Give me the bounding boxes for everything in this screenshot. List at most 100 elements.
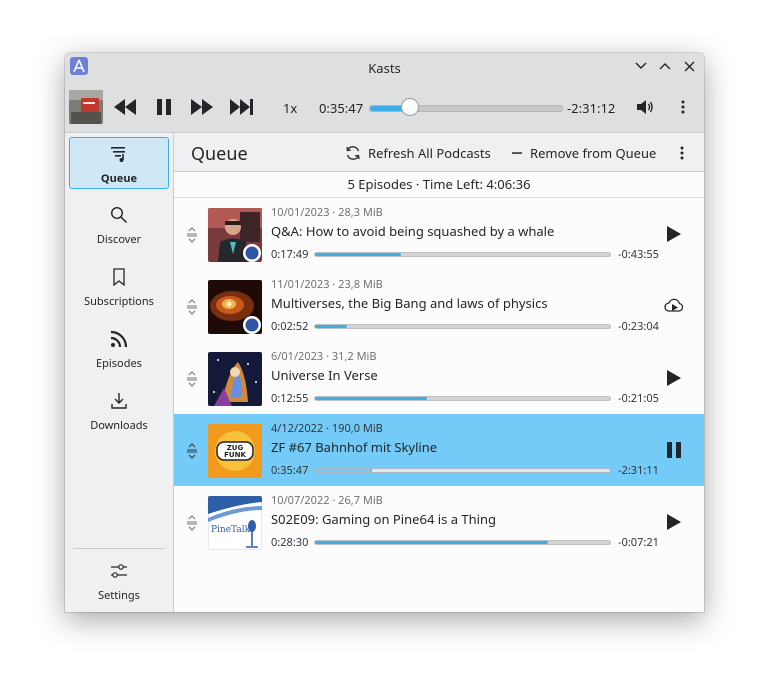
pause-icon[interactable] bbox=[664, 440, 684, 460]
episode-position: 0:28:30 bbox=[271, 535, 309, 550]
episode-remaining: -0:21:05 bbox=[618, 391, 659, 406]
download-icon bbox=[69, 392, 169, 412]
seek-slider-handle[interactable] bbox=[401, 98, 420, 116]
episode-progress-bar bbox=[314, 540, 611, 545]
sidebar-item-settings[interactable]: Settings bbox=[69, 555, 169, 607]
episode-thumbnail[interactable] bbox=[208, 208, 262, 262]
episode-position: 0:17:49 bbox=[271, 247, 309, 262]
remove-from-queue-label: Remove from Queue bbox=[530, 144, 657, 162]
now-playing-cover[interactable] bbox=[69, 90, 103, 124]
window-title: Kasts bbox=[368, 59, 401, 77]
queue-row[interactable]: 10/01/2023 · 28,3 MiB Q&A: How to avoid … bbox=[174, 198, 704, 270]
sidebar-item-discover[interactable]: Discover bbox=[69, 199, 169, 251]
close-button[interactable] bbox=[681, 58, 697, 74]
player-menu-button[interactable] bbox=[671, 95, 695, 119]
playback-remaining: -2:31:12 bbox=[567, 99, 616, 117]
drag-handle-icon[interactable] bbox=[186, 370, 198, 387]
sidebar-item-label: Discover bbox=[96, 232, 142, 247]
page-title: Queue bbox=[191, 142, 248, 166]
seek-slider[interactable] bbox=[369, 98, 563, 116]
sidebar-item-downloads[interactable]: Downloads bbox=[69, 385, 169, 437]
episode-remaining: -0:07:21 bbox=[618, 535, 659, 550]
refresh-all-podcasts-button[interactable]: Refresh All Podcasts bbox=[345, 144, 491, 162]
episode-title: ZF #67 Bahnhof mit Skyline bbox=[271, 438, 438, 456]
episode-progress-fill bbox=[315, 541, 549, 544]
episode-position: 0:35:47 bbox=[271, 463, 309, 478]
sidebar-item-label: Subscriptions bbox=[84, 294, 154, 309]
sidebar: Queue Discover Subscriptions Episodes Do… bbox=[65, 133, 174, 612]
drag-handle-icon[interactable] bbox=[186, 442, 198, 459]
next-track-button[interactable] bbox=[230, 95, 254, 119]
sidebar-item-subscriptions[interactable]: Subscriptions bbox=[69, 261, 169, 313]
queue-page: Queue Refresh All Podcasts Remove from Q… bbox=[174, 133, 704, 612]
episode-meta: 11/01/2023 · 23,8 MiB bbox=[271, 277, 383, 292]
page-menu-button[interactable] bbox=[680, 145, 684, 161]
episode-progress-fill bbox=[315, 325, 348, 328]
episode-progress-fill bbox=[315, 469, 373, 472]
play-icon[interactable] bbox=[664, 224, 684, 244]
maximize-button[interactable] bbox=[657, 58, 673, 74]
sidebar-item-label: Downloads bbox=[90, 418, 148, 433]
episode-progress-fill bbox=[315, 253, 401, 256]
queue-row[interactable]: PineTalk 10/07/2022 · 26,7 MiB S02E09: G… bbox=[174, 486, 704, 558]
episode-position: 0:02:52 bbox=[271, 319, 309, 334]
episode-thumbnail[interactable] bbox=[208, 280, 262, 334]
sidebar-item-label: Settings bbox=[98, 588, 140, 603]
player-toolbar: 1x 0:35:47 -2:31:12 bbox=[65, 82, 704, 133]
episode-thumbnail[interactable]: ZUG FUNK bbox=[208, 424, 262, 478]
episode-remaining: -2:31:11 bbox=[618, 463, 659, 478]
episode-thumbnail[interactable] bbox=[208, 352, 262, 406]
episode-position: 0:12:55 bbox=[271, 391, 309, 406]
episode-title: S02E09: Gaming on Pine64 is a Thing bbox=[271, 510, 497, 528]
playback-position: 0:35:47 bbox=[319, 99, 364, 117]
episode-progress-bar bbox=[314, 324, 611, 329]
queue-row[interactable]: 11/01/2023 · 23,8 MiB Multiverses, the B… bbox=[174, 270, 704, 342]
episode-remaining: -0:43:55 bbox=[618, 247, 659, 262]
sidebar-item-queue[interactable]: Queue bbox=[69, 137, 169, 189]
volume-icon[interactable] bbox=[633, 95, 657, 119]
app-window: Kasts 1x 0:35:47 -2:31:12 Queue Discover… bbox=[65, 53, 704, 612]
episode-remaining: -0:23:04 bbox=[618, 319, 659, 334]
episode-progress-bar bbox=[314, 468, 611, 473]
drag-handle-icon[interactable] bbox=[186, 226, 198, 243]
refresh-all-podcasts-label: Refresh All Podcasts bbox=[368, 144, 491, 162]
episode-meta: 4/12/2022 · 190,0 MiB bbox=[271, 421, 383, 436]
pinetalk-logo-text: PineTalk bbox=[211, 525, 251, 535]
play-icon[interactable] bbox=[664, 368, 684, 388]
queue-icon bbox=[70, 145, 168, 165]
refresh-icon bbox=[346, 146, 360, 160]
minus-icon bbox=[512, 152, 522, 154]
bookmark-icon bbox=[69, 268, 169, 288]
episode-progress-bar bbox=[314, 396, 611, 401]
skip-forward-button[interactable] bbox=[190, 95, 214, 119]
title-bar[interactable]: Kasts bbox=[65, 53, 704, 82]
queue-row-selected[interactable]: ZUG FUNK 4/12/2022 · 190,0 MiB ZF #67 Ba… bbox=[174, 414, 704, 486]
stream-cloud-play-icon[interactable] bbox=[664, 296, 684, 316]
episode-meta: 10/07/2022 · 26,7 MiB bbox=[271, 493, 383, 508]
zf-logo-text-bottom: FUNK bbox=[224, 451, 246, 459]
sidebar-item-label: Queue bbox=[100, 171, 138, 186]
episode-meta: 10/01/2023 · 28,3 MiB bbox=[271, 205, 383, 220]
settings-sliders-icon bbox=[69, 562, 169, 582]
episode-thumbnail[interactable]: PineTalk bbox=[208, 496, 262, 550]
skip-backward-button[interactable] bbox=[113, 95, 137, 119]
drag-handle-icon[interactable] bbox=[186, 514, 198, 531]
remove-from-queue-button[interactable]: Remove from Queue bbox=[511, 144, 656, 162]
episode-title: Universe In Verse bbox=[271, 366, 378, 384]
play-icon[interactable] bbox=[664, 512, 684, 532]
drag-handle-icon[interactable] bbox=[186, 298, 198, 315]
rss-icon bbox=[69, 330, 169, 350]
playback-rate-button[interactable]: 1x bbox=[283, 99, 297, 117]
episode-progress-fill bbox=[315, 397, 428, 400]
minimize-button[interactable] bbox=[633, 58, 649, 74]
episode-title: Q&A: How to avoid being squashed by a wh… bbox=[271, 222, 555, 240]
episode-progress-bar bbox=[314, 252, 611, 257]
page-header: Queue Refresh All Podcasts Remove from Q… bbox=[174, 133, 704, 172]
episode-title: Multiverses, the Big Bang and laws of ph… bbox=[271, 294, 548, 312]
search-icon bbox=[69, 206, 169, 226]
sidebar-item-label: Episodes bbox=[96, 356, 142, 371]
queue-summary: 5 Episodes · Time Left: 4:06:36 bbox=[174, 172, 704, 198]
sidebar-item-episodes[interactable]: Episodes bbox=[69, 323, 169, 375]
pause-button[interactable] bbox=[152, 95, 176, 119]
queue-row[interactable]: 6/01/2023 · 31,2 MiB Universe In Verse 0… bbox=[174, 342, 704, 414]
